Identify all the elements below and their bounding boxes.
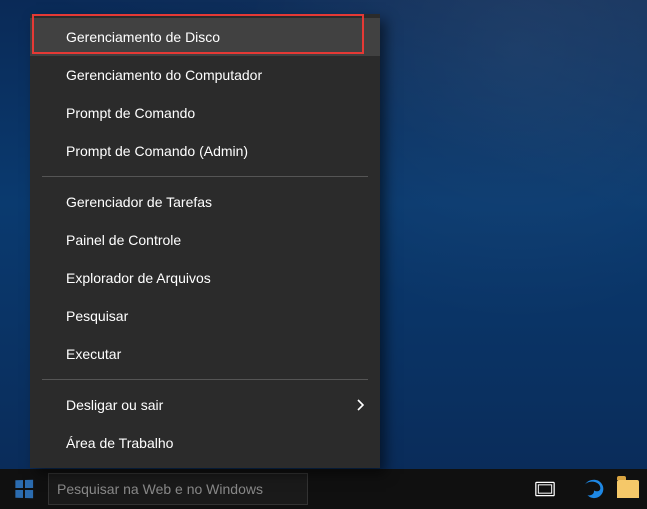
menu-item[interactable]: Prompt de Comando — [30, 94, 380, 132]
menu-item[interactable]: Gerenciador de Tarefas — [30, 183, 380, 221]
edge-icon — [582, 478, 604, 500]
menu-item[interactable]: Gerenciamento do Computador — [30, 56, 380, 94]
task-view-icon — [535, 481, 555, 497]
menu-item-label: Desligar ou sair — [66, 397, 163, 413]
menu-item[interactable]: Prompt de Comando (Admin) — [30, 132, 380, 170]
menu-item[interactable]: Desligar ou sair — [30, 386, 380, 424]
menu-item[interactable]: Gerenciamento de Disco — [30, 18, 380, 56]
menu-item-label: Gerenciamento de Disco — [66, 29, 220, 45]
menu-item-label: Painel de Controle — [66, 232, 181, 248]
menu-item-label: Explorador de Arquivos — [66, 270, 211, 286]
menu-item[interactable]: Explorador de Arquivos — [30, 259, 380, 297]
taskbar-right — [521, 469, 647, 509]
menu-item-label: Área de Trabalho — [66, 435, 173, 451]
file-explorer-button[interactable] — [617, 469, 647, 509]
menu-item-label: Gerenciador de Tarefas — [66, 194, 212, 210]
menu-item[interactable]: Executar — [30, 335, 380, 373]
windows-logo-icon — [15, 480, 33, 498]
task-view-button[interactable] — [521, 469, 569, 509]
menu-item-label: Prompt de Comando — [66, 105, 195, 121]
folder-icon — [617, 480, 639, 498]
menu-item-label: Gerenciamento do Computador — [66, 67, 262, 83]
taskbar-left: Pesquisar na Web e no Windows — [0, 469, 521, 509]
menu-separator — [42, 379, 368, 380]
menu-item[interactable]: Painel de Controle — [30, 221, 380, 259]
menu-item-label: Executar — [66, 346, 121, 362]
menu-item-label: Prompt de Comando (Admin) — [66, 143, 248, 159]
start-button[interactable] — [0, 469, 48, 509]
taskbar-search-box[interactable]: Pesquisar na Web e no Windows — [48, 473, 308, 505]
menu-item[interactable]: Área de Trabalho — [30, 424, 380, 462]
search-placeholder-text: Pesquisar na Web e no Windows — [57, 481, 263, 497]
winx-context-menu: Gerenciamento de Disco Gerenciamento do C… — [30, 14, 380, 468]
menu-separator — [42, 176, 368, 177]
taskbar: Pesquisar na Web e no Windows — [0, 469, 647, 509]
chevron-right-icon — [356, 398, 366, 412]
edge-browser-button[interactable] — [569, 469, 617, 509]
menu-item-label: Pesquisar — [66, 308, 128, 324]
menu-item[interactable]: Pesquisar — [30, 297, 380, 335]
